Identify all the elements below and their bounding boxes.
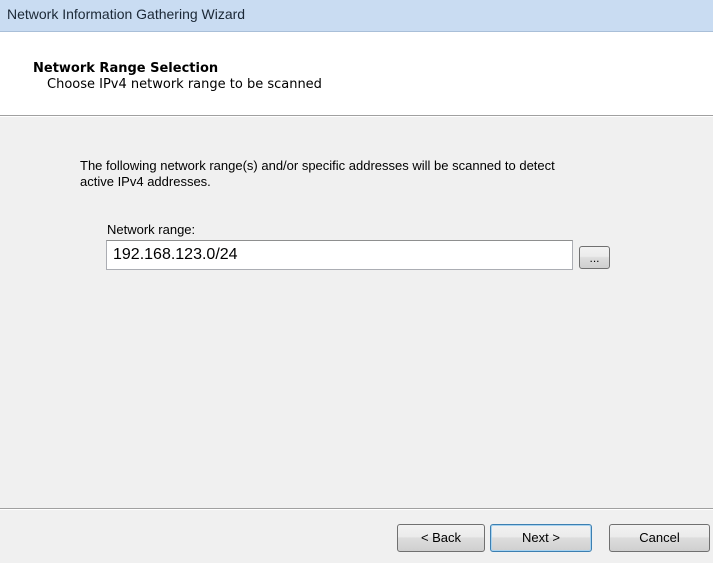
cancel-button[interactable]: Cancel [609,524,710,552]
back-button[interactable]: < Back [397,524,485,552]
browse-range-button[interactable]: ... [579,246,610,269]
wizard-window: Network Information Gathering Wizard Net… [0,0,713,563]
description-line-2: active IPv4 addresses. [80,174,211,189]
header-separator [0,116,713,117]
page-subtitle: Choose IPv4 network range to be scanned [47,77,322,92]
window-title: Network Information Gathering Wizard [7,6,246,22]
next-button[interactable]: Next > [490,524,592,552]
page-title: Network Range Selection [33,61,219,76]
network-range-label: Network range: [107,222,196,237]
footer-separator [0,508,713,510]
network-range-input[interactable] [106,240,573,270]
description-line-1: The following network range(s) and/or sp… [80,158,555,173]
description-text: The following network range(s) and/or sp… [80,158,680,190]
title-bar[interactable]: Network Information Gathering Wizard [0,0,713,32]
wizard-header: Network Range Selection Choose IPv4 netw… [0,32,713,116]
